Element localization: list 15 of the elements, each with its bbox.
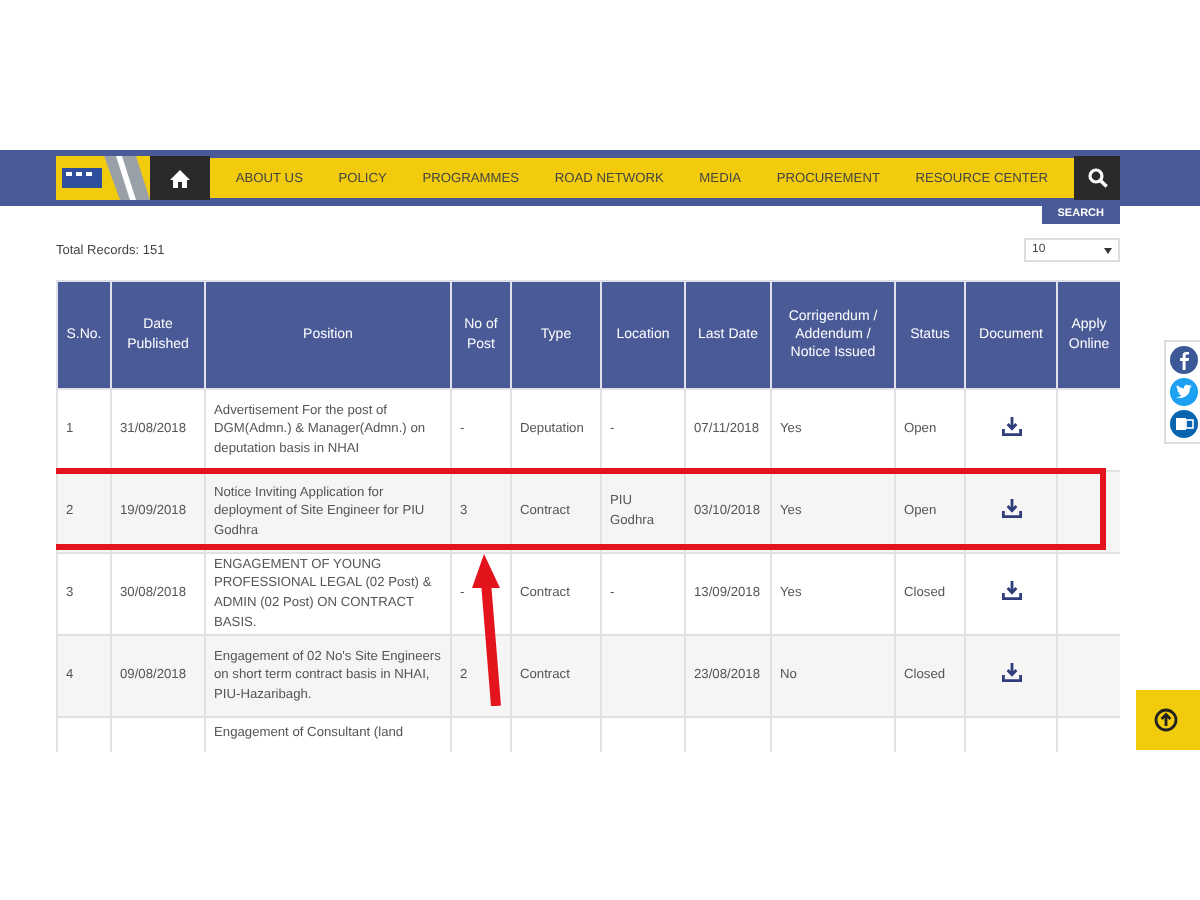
logo-icon[interactable] <box>56 156 150 200</box>
download-icon[interactable] <box>1001 416 1021 437</box>
scroll-top-button[interactable] <box>1136 690 1200 750</box>
home-icon <box>170 169 190 187</box>
download-icon[interactable] <box>1001 662 1021 683</box>
download-icon[interactable] <box>1001 498 1021 519</box>
home-button[interactable] <box>150 156 210 200</box>
bird-icon[interactable] <box>1170 378 1198 406</box>
caret-icon <box>1104 247 1112 253</box>
download-icon[interactable] <box>1001 580 1021 601</box>
search-button[interactable] <box>1074 156 1120 200</box>
search-icon <box>1087 168 1107 188</box>
facebook-icon[interactable] <box>1170 346 1198 374</box>
mail-icon[interactable] <box>1170 410 1198 438</box>
up-arrow-icon <box>1154 708 1178 732</box>
